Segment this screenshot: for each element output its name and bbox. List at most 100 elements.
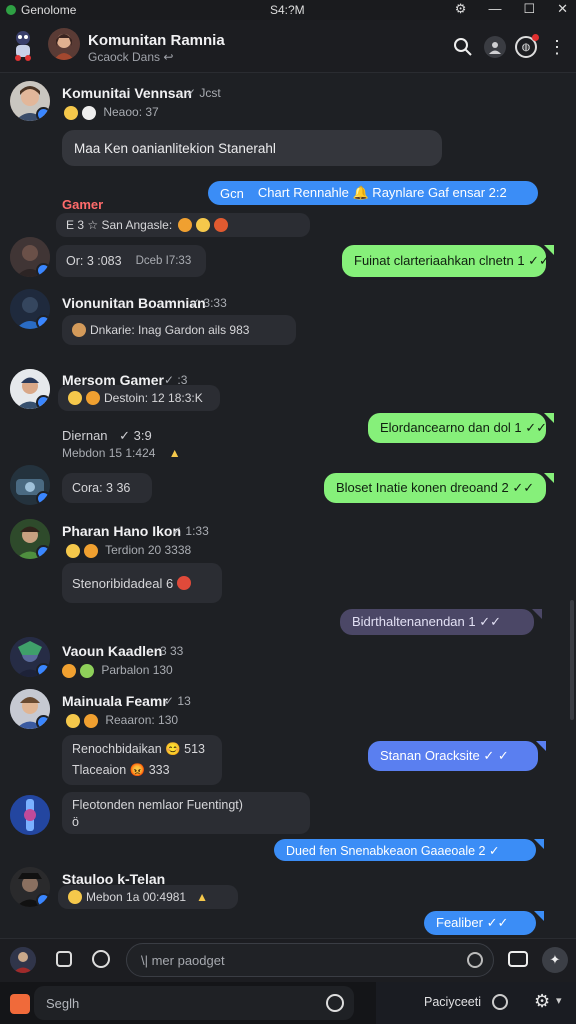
bubble-text: Stenoribidadeal 6 [72,575,174,591]
message-time: ✓ 3:9 [119,428,152,443]
scrollbar[interactable] [570,600,574,720]
reaction-count: Destoin: 12 18:3:K [104,391,203,405]
message-time: Dceb I7:33 [135,255,192,267]
reaction-row: Reaaron: 130 [66,713,178,728]
outgoing-bubble[interactable]: Elordancearno dan dol 1 ✓✓ [368,413,554,443]
more-options-icon[interactable]: ⋮ [546,36,568,58]
reaction-row: Neaoo: 37 [64,105,159,120]
avatar[interactable] [10,795,50,835]
message-list[interactable]: Komunitai Vennsan ✓ Jcst Neaoo: 37 Maa K… [0,73,576,938]
right-panel: Paciyceeti ⚙ ▾ [376,982,576,1024]
chat-header: Komunitan Ramnia Gcaock Dans ↩ ◍ ⋮ [0,20,576,73]
maximize-icon[interactable]: ☐ [523,1,535,17]
settings-icon[interactable]: ⚙ [534,991,550,1012]
message-bubble[interactable]: Dnkarie: Inag Gardon ails 983 [62,315,296,345]
emoji-icon [178,218,193,232]
outgoing-bubble[interactable]: Bloset Inatie konen dreoand 2 ✓✓ [324,473,554,503]
message-bubble[interactable]: Or: 3 :083 Dceb I7:33 [56,245,206,277]
avatar[interactable] [10,81,50,121]
message-time: ✓ Jcst [186,86,221,100]
app-logo-icon[interactable] [10,994,30,1014]
window-controls: ⚙ — ☐ ✕ [455,1,568,17]
message-time: ✓ 1:33 [172,524,209,538]
emoji-icon[interactable] [84,713,98,728]
outgoing-bubble[interactable]: Stanan Oracksite ✓ ✓ [368,741,546,771]
message-bubble[interactable]: Stenoribidadeal 6 [62,563,222,603]
reaction-row: Mebdon 15 1:424 ▲ [62,446,181,460]
notifications-icon[interactable]: ◍ [515,34,539,58]
clock-icon[interactable] [467,952,483,968]
bubble-subtext: ö [72,814,79,829]
close-icon[interactable]: ✕ [557,1,568,17]
outgoing-bubble[interactable]: Dued fen Snenabkeaon Gaaeoale 2 ✓ [274,839,544,861]
chevron-down-icon[interactable]: ▾ [556,994,562,1007]
message-bubble[interactable]: Renochbidaikan 😊 513 Tlaceaion 😡 333 [62,735,222,785]
bubble-text: Chart Rennahle 🔔 Raynlare Gaf ensar 2:2 [257,185,507,200]
emoji-icon[interactable] [62,663,76,678]
panel-label[interactable]: Paciyceeti [424,995,481,1009]
outgoing-bubble[interactable]: Fuinat clarteriaahkan clnetn 1 ✓✓ [342,245,554,277]
avatar[interactable] [10,465,50,505]
emoji-icon [68,391,82,405]
bottom-search-bar: Seglh Paciyceeti ⚙ ▾ [0,982,576,1024]
sender-name[interactable]: Diernan ✓ 3:9 [62,428,152,444]
outgoing-bubble[interactable]: Bidrthaltenanendan 1 ✓✓ [340,609,542,635]
message-time: ✓ 13 [164,694,191,708]
sender-name[interactable]: Mainuala Feamr [62,693,168,709]
message-time: ✓ 3:33 [190,296,227,310]
outgoing-bubble[interactable]: Fealiber ✓✓ [424,911,544,935]
chat-subtitle: Gcaock Dans ↩ [88,50,174,64]
emoji-icon[interactable] [66,543,80,558]
search-icon[interactable] [452,36,474,58]
sticker-icon[interactable] [56,951,72,967]
outgoing-bubble[interactable]: Gcn Chart Rennahle 🔔 Raynlare Gaf ensar … [208,181,538,205]
reaction-chip[interactable]: Destoin: 12 18:3:K [58,385,220,411]
message-bubble[interactable]: Cora: 3 36 [62,473,152,503]
my-avatar[interactable] [10,947,36,973]
emoji-icon[interactable] [80,663,94,678]
avatar[interactable] [10,289,50,329]
voice-search-icon[interactable] [326,994,344,1012]
reaction-chip[interactable]: Mebon 1a 00:4981 ▲ [58,885,238,909]
group-avatar[interactable] [48,28,80,60]
sender-name[interactable]: Pharan Hano Ikon [62,523,181,539]
window-title-text: Genolome [21,3,77,17]
chip-text: E 3 ☆ San Angasle: [66,218,173,232]
sender-name[interactable]: Vionunitan Boamnian [62,295,206,311]
emoji-picker-icon[interactable] [92,950,110,968]
share-icon[interactable] [492,994,508,1010]
avatar[interactable] [10,689,50,729]
reaction-chip[interactable]: E 3 ☆ San Angasle: [56,213,310,237]
window-title: Genolome [6,3,76,17]
emoji-icon[interactable] [84,543,98,558]
search-input[interactable]: Seglh [34,986,354,1020]
bubble-line-2: Tlaceaion 😡 333 [72,763,170,777]
reaction-count: Terdion 20 3338 [105,543,192,557]
mascot-icon[interactable] [8,28,38,62]
profile-icon[interactable] [484,36,506,58]
bell-icon: ▲ [196,890,208,904]
minimize-icon[interactable]: — [488,1,501,17]
smile-emoji-icon[interactable] [64,105,78,120]
thumbs-emoji-icon[interactable] [82,105,96,120]
message-bubble[interactable]: Fleotonden nemlaor Fuentingt) ö [62,792,310,834]
message-bubble[interactable]: Maa Ken oanianlitekion Stanerahl [62,130,442,166]
message-time: 3 33 [160,644,184,658]
avatar[interactable] [10,237,50,277]
emoji-icon [196,218,211,232]
avatar[interactable] [10,867,50,907]
sender-name[interactable]: Komunitai Vennsan [62,85,192,101]
avatar[interactable] [10,637,50,677]
message-input[interactable]: \| mer paodget [126,943,494,977]
composer-bar: \| mer paodget ✦ [0,938,576,983]
reaction-row: Terdion 20 3338 [66,543,191,558]
emoji-icon[interactable] [66,713,80,728]
sender-name[interactable]: Vaoun Kaadlen [62,643,162,659]
avatar[interactable] [10,369,50,409]
settings-icon[interactable]: ⚙ [455,1,467,17]
avatar[interactable] [10,519,50,559]
send-button[interactable]: ✦ [542,947,568,973]
sender-name[interactable]: Gamer [62,197,103,212]
camera-icon[interactable] [508,951,528,967]
app-icon [6,5,16,15]
